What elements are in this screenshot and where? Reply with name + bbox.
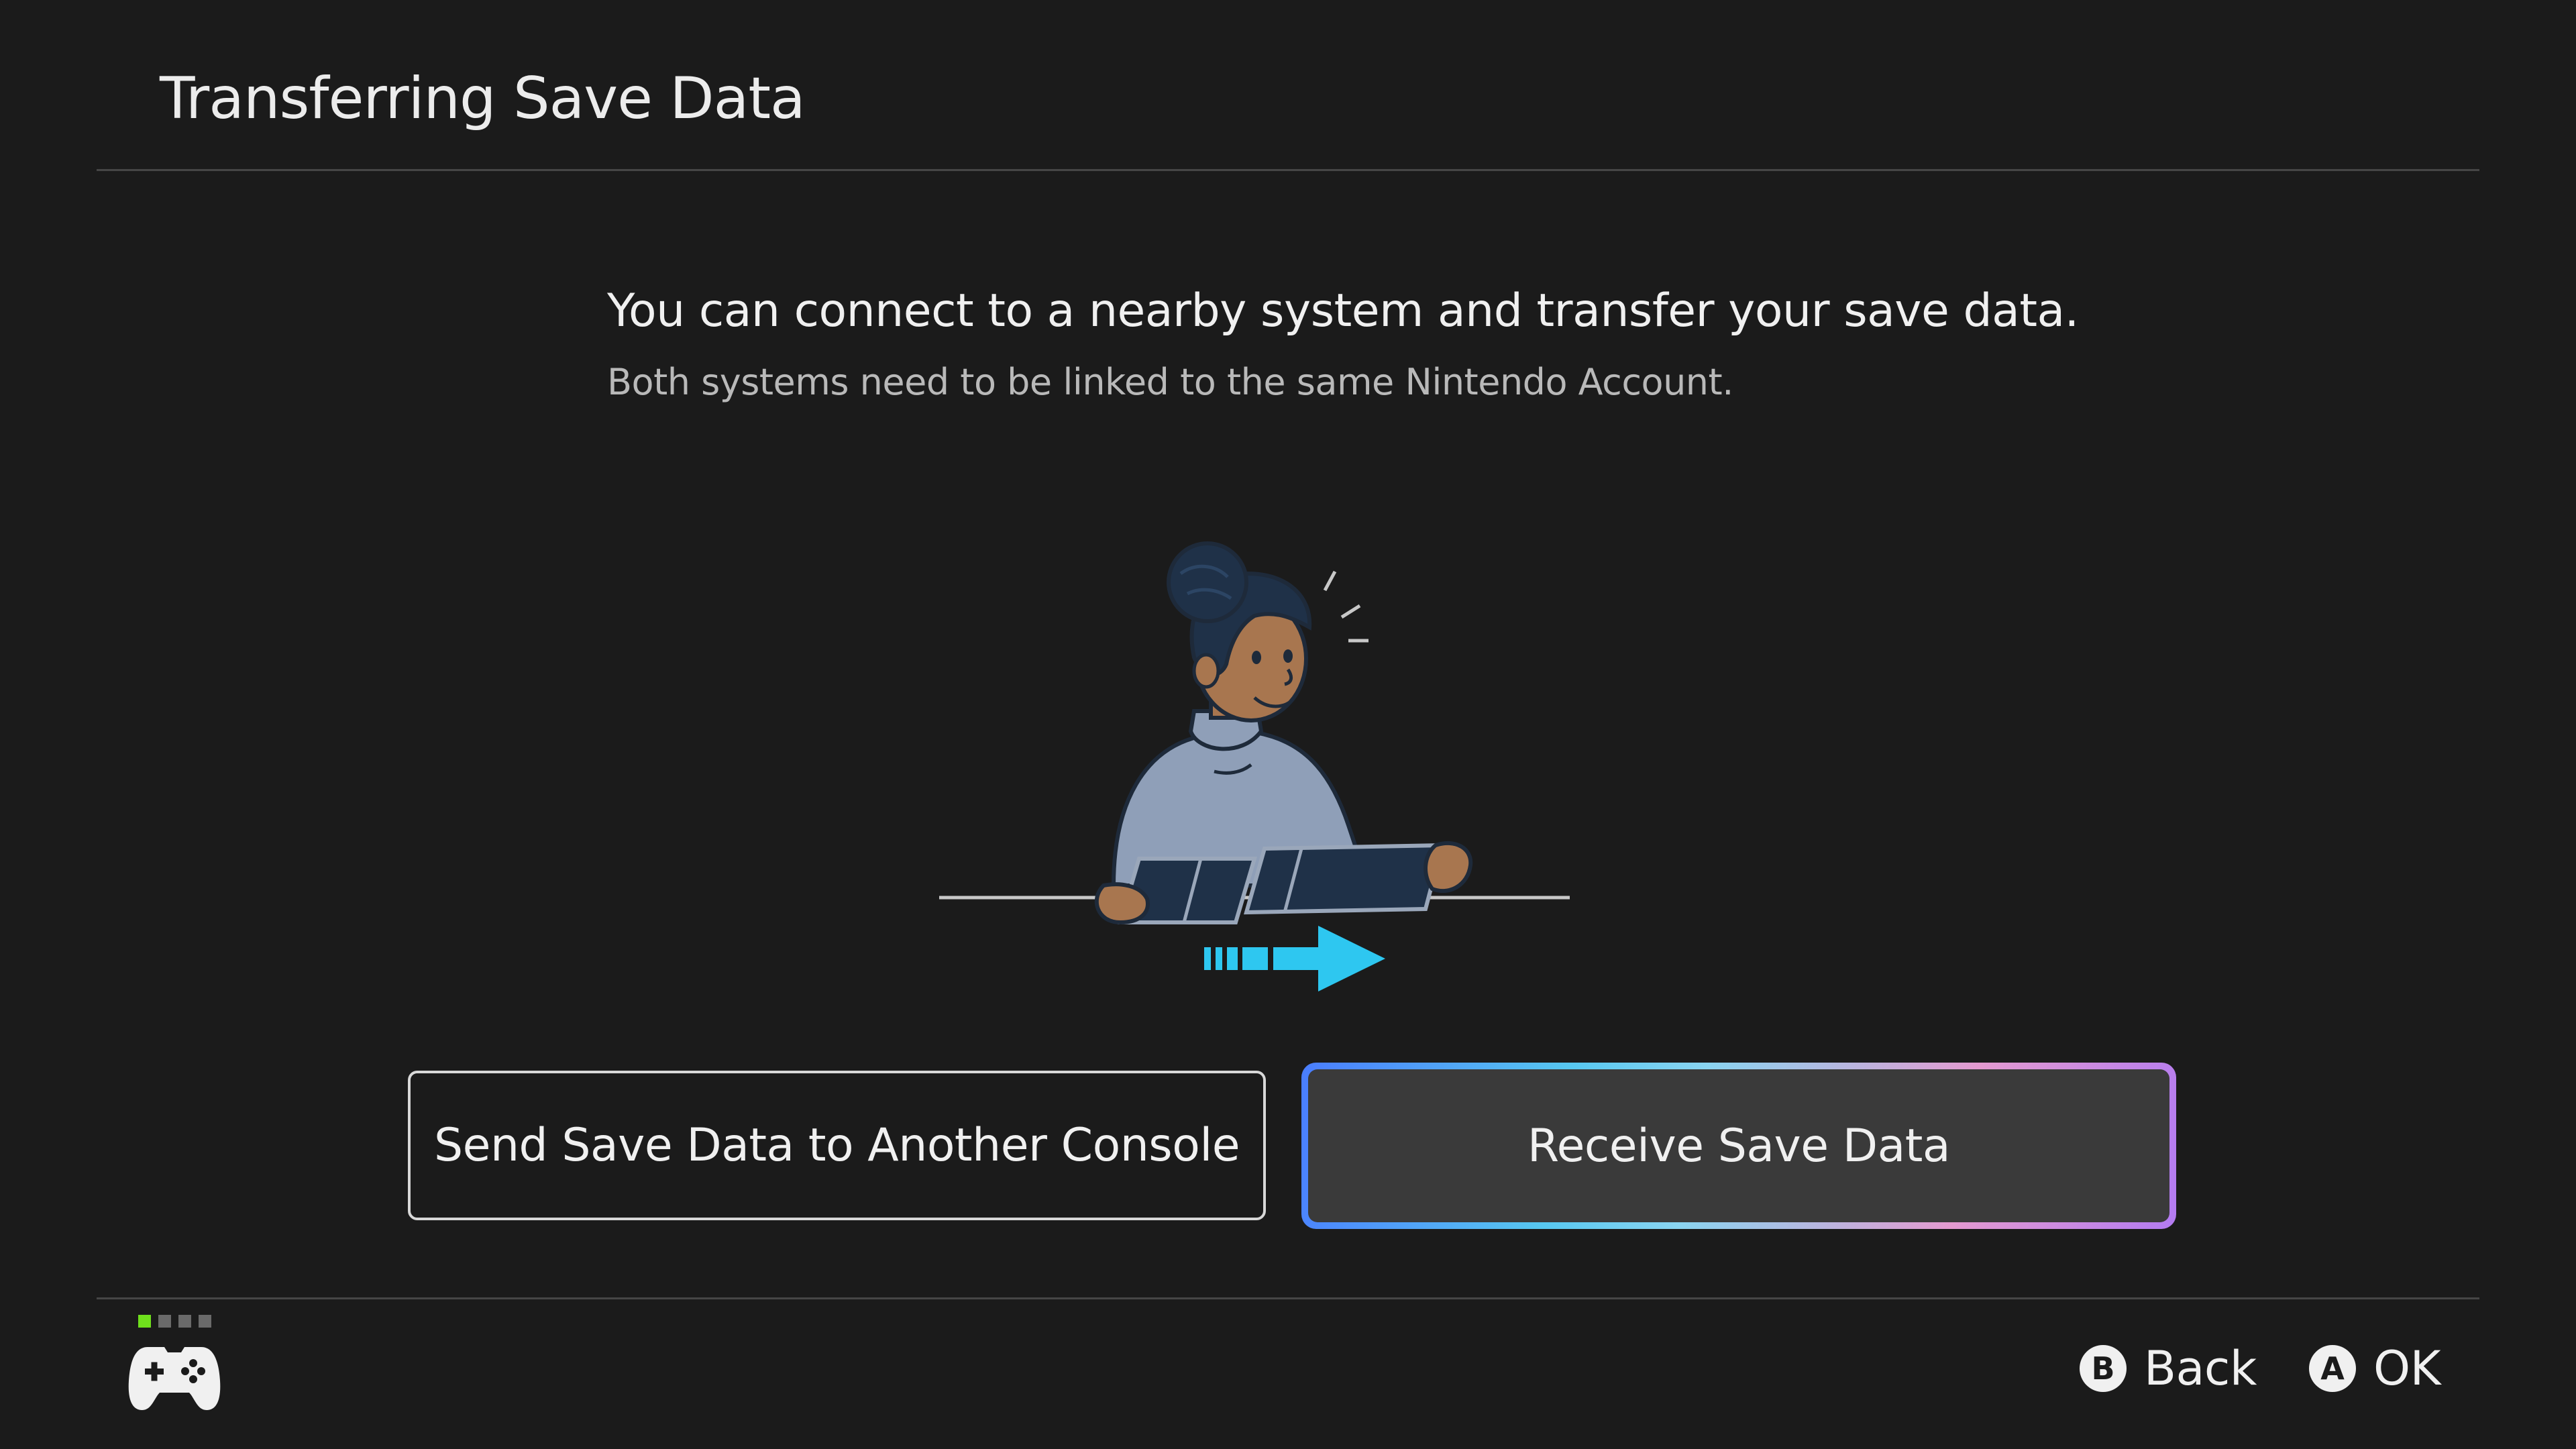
b-button-icon: B <box>2080 1345 2127 1392</box>
back-hint-label: Back <box>2144 1341 2257 1396</box>
ok-hint[interactable]: A OK <box>2309 1338 2441 1399</box>
footer-divider <box>97 1297 2479 1299</box>
person-holding-console-illustration <box>939 541 1570 991</box>
transfer-save-data-screen: Transferring Save Data You can connect t… <box>0 0 2576 1449</box>
ok-hint-label: OK <box>2373 1341 2441 1396</box>
header-divider <box>97 169 2479 171</box>
controller-status <box>127 1315 228 1415</box>
player-3-indicator <box>178 1315 191 1328</box>
right-hand <box>1423 841 1473 894</box>
back-hint[interactable]: B Back <box>2080 1338 2257 1399</box>
receive-save-data-button[interactable]: Receive Save Data <box>1308 1069 2169 1222</box>
player-4-indicator <box>199 1315 211 1328</box>
transfer-arrow <box>1204 926 1385 991</box>
description-subtext: Both systems need to be linked to the sa… <box>607 361 1733 403</box>
hair-bun <box>1167 541 1248 623</box>
send-save-data-label: Send Save Data to Another Console <box>433 1119 1240 1172</box>
receive-save-data-label: Receive Save Data <box>1527 1119 1951 1173</box>
page-title: Transferring Save Data <box>160 65 806 132</box>
left-hand <box>1094 882 1150 925</box>
player-indicator <box>138 1315 211 1328</box>
description-headline: You can connect to a nearby system and t… <box>607 284 2079 337</box>
receive-save-data-focus-ring[interactable]: Receive Save Data <box>1301 1063 2176 1229</box>
a-button-icon: A <box>2309 1345 2356 1392</box>
player-2-indicator <box>158 1315 171 1328</box>
send-save-data-button[interactable]: Send Save Data to Another Console <box>408 1071 1266 1220</box>
gamepad-icon <box>128 1347 221 1410</box>
player-1-indicator <box>138 1315 151 1328</box>
console-right <box>1244 843 1445 915</box>
